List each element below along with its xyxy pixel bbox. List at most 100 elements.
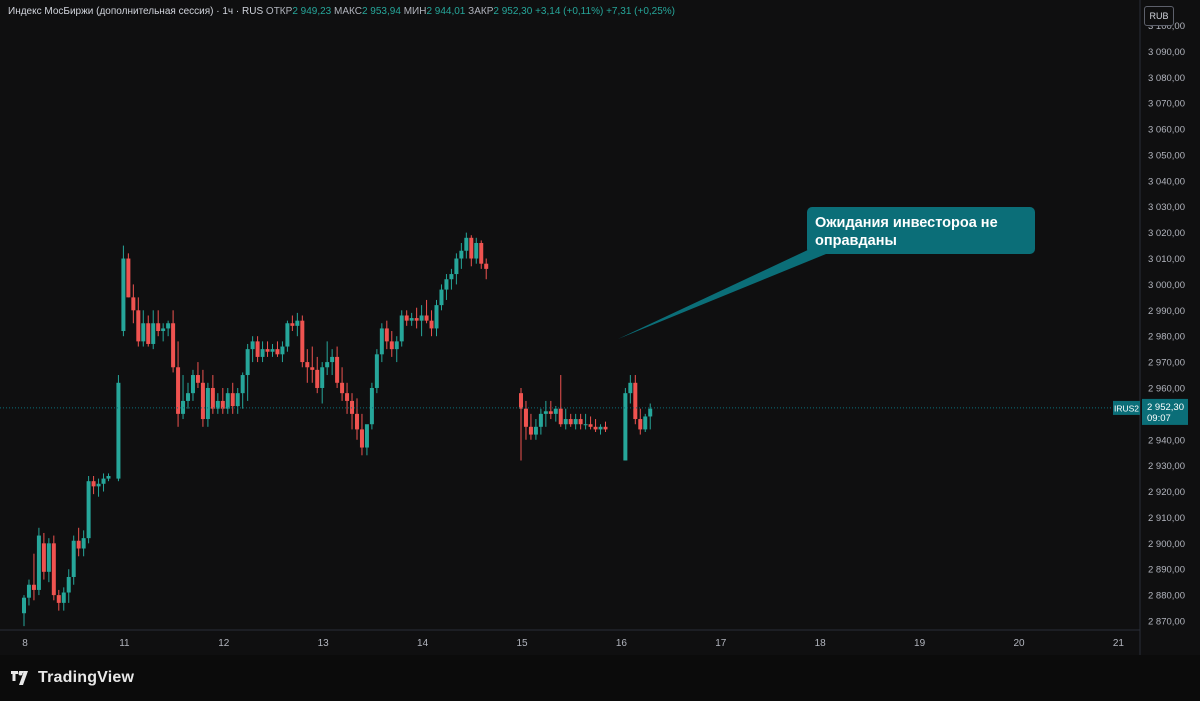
candle[interactable] (320, 362, 325, 404)
candle[interactable] (459, 242, 464, 269)
candle[interactable] (414, 307, 419, 329)
candle[interactable] (66, 569, 71, 603)
candlestick-chart[interactable]: 2 870,00 2 880,00 2 890,00 2 900,00 2 910,00… (0, 0, 1200, 655)
candle[interactable] (126, 253, 131, 298)
candle[interactable] (181, 375, 186, 420)
candle[interactable] (528, 413, 533, 440)
tradingview-logo[interactable]: TradingView (8, 669, 134, 687)
candle[interactable] (290, 315, 295, 332)
candle[interactable] (429, 310, 434, 337)
candle[interactable] (96, 478, 101, 497)
candle[interactable] (598, 424, 603, 435)
candle[interactable] (449, 268, 454, 290)
candle[interactable] (384, 320, 389, 350)
candle[interactable] (335, 346, 340, 388)
candle[interactable] (171, 310, 176, 373)
candle[interactable] (568, 413, 573, 427)
candle[interactable] (225, 387, 230, 414)
candle[interactable] (305, 349, 310, 383)
candle[interactable] (146, 315, 151, 347)
candle[interactable] (340, 367, 345, 401)
candle[interactable] (424, 299, 429, 324)
candle[interactable] (141, 310, 146, 347)
currency-button[interactable]: RUB (1144, 6, 1174, 26)
candle[interactable] (46, 538, 51, 583)
candle[interactable] (240, 372, 245, 409)
candle[interactable] (275, 341, 280, 357)
candle[interactable] (345, 382, 350, 414)
candle[interactable] (469, 235, 474, 267)
candle[interactable] (523, 400, 528, 440)
candle[interactable] (121, 245, 126, 337)
candle[interactable] (315, 356, 320, 394)
candle[interactable] (638, 408, 643, 435)
candle[interactable] (190, 369, 195, 401)
candle[interactable] (71, 535, 76, 585)
candle[interactable] (166, 320, 171, 337)
candle[interactable] (643, 413, 648, 432)
chart-area[interactable]: 2 870,00 2 880,00 2 890,00 2 900,00 2 910,00… (0, 0, 1200, 655)
candle[interactable] (350, 393, 355, 430)
candle[interactable] (215, 393, 220, 414)
candle[interactable] (419, 305, 424, 337)
candle[interactable] (553, 406, 558, 422)
candle[interactable] (573, 413, 578, 430)
candle[interactable] (195, 362, 200, 388)
candle[interactable] (22, 595, 26, 627)
candle[interactable] (374, 349, 379, 394)
candle[interactable] (593, 419, 598, 432)
candle[interactable] (156, 310, 161, 337)
candle[interactable] (434, 299, 439, 337)
candle[interactable] (648, 403, 653, 430)
candle[interactable] (36, 527, 41, 596)
candle[interactable] (633, 375, 638, 425)
candle[interactable] (603, 421, 608, 432)
candle[interactable] (563, 408, 568, 430)
candle[interactable] (220, 387, 225, 414)
candle[interactable] (210, 375, 215, 414)
candle[interactable] (205, 382, 210, 427)
candle[interactable] (106, 473, 111, 482)
candle[interactable] (484, 258, 489, 280)
candle[interactable] (404, 310, 409, 326)
candle[interactable] (101, 473, 106, 492)
candle[interactable] (533, 419, 538, 440)
candle[interactable] (255, 336, 260, 363)
candle[interactable] (439, 284, 444, 311)
candle[interactable] (200, 369, 205, 427)
candle[interactable] (116, 375, 121, 482)
candle[interactable] (558, 375, 563, 427)
candle[interactable] (369, 382, 374, 430)
candle[interactable] (76, 527, 81, 557)
candle[interactable] (310, 346, 315, 383)
candle[interactable] (41, 532, 46, 580)
candle[interactable] (176, 341, 181, 427)
candle[interactable] (548, 400, 553, 420)
symbol-tag[interactable]: IRUS2 (1113, 400, 1140, 415)
candle[interactable] (26, 579, 31, 606)
candle[interactable] (474, 237, 479, 264)
candle[interactable] (543, 400, 548, 427)
candle[interactable] (81, 530, 86, 557)
candle[interactable] (364, 424, 369, 456)
candle[interactable] (56, 589, 61, 611)
candle[interactable] (245, 343, 250, 401)
candle[interactable] (235, 387, 240, 414)
candle[interactable] (479, 240, 484, 269)
annotation-callout[interactable]: Ожидания инвестороа не оправданы (618, 207, 1035, 339)
candle[interactable] (519, 387, 523, 461)
candle[interactable] (186, 382, 191, 409)
candle[interactable] (31, 553, 36, 601)
candle[interactable] (583, 413, 588, 430)
candle[interactable] (285, 320, 290, 352)
candle[interactable] (399, 310, 404, 347)
candle[interactable] (265, 341, 270, 357)
candle[interactable] (295, 312, 300, 337)
candle[interactable] (394, 336, 399, 363)
candle[interactable] (389, 331, 394, 357)
candle[interactable] (354, 398, 359, 440)
candle[interactable] (280, 341, 285, 363)
candle[interactable] (628, 375, 633, 404)
candle[interactable] (454, 253, 459, 285)
candle[interactable] (623, 387, 628, 461)
